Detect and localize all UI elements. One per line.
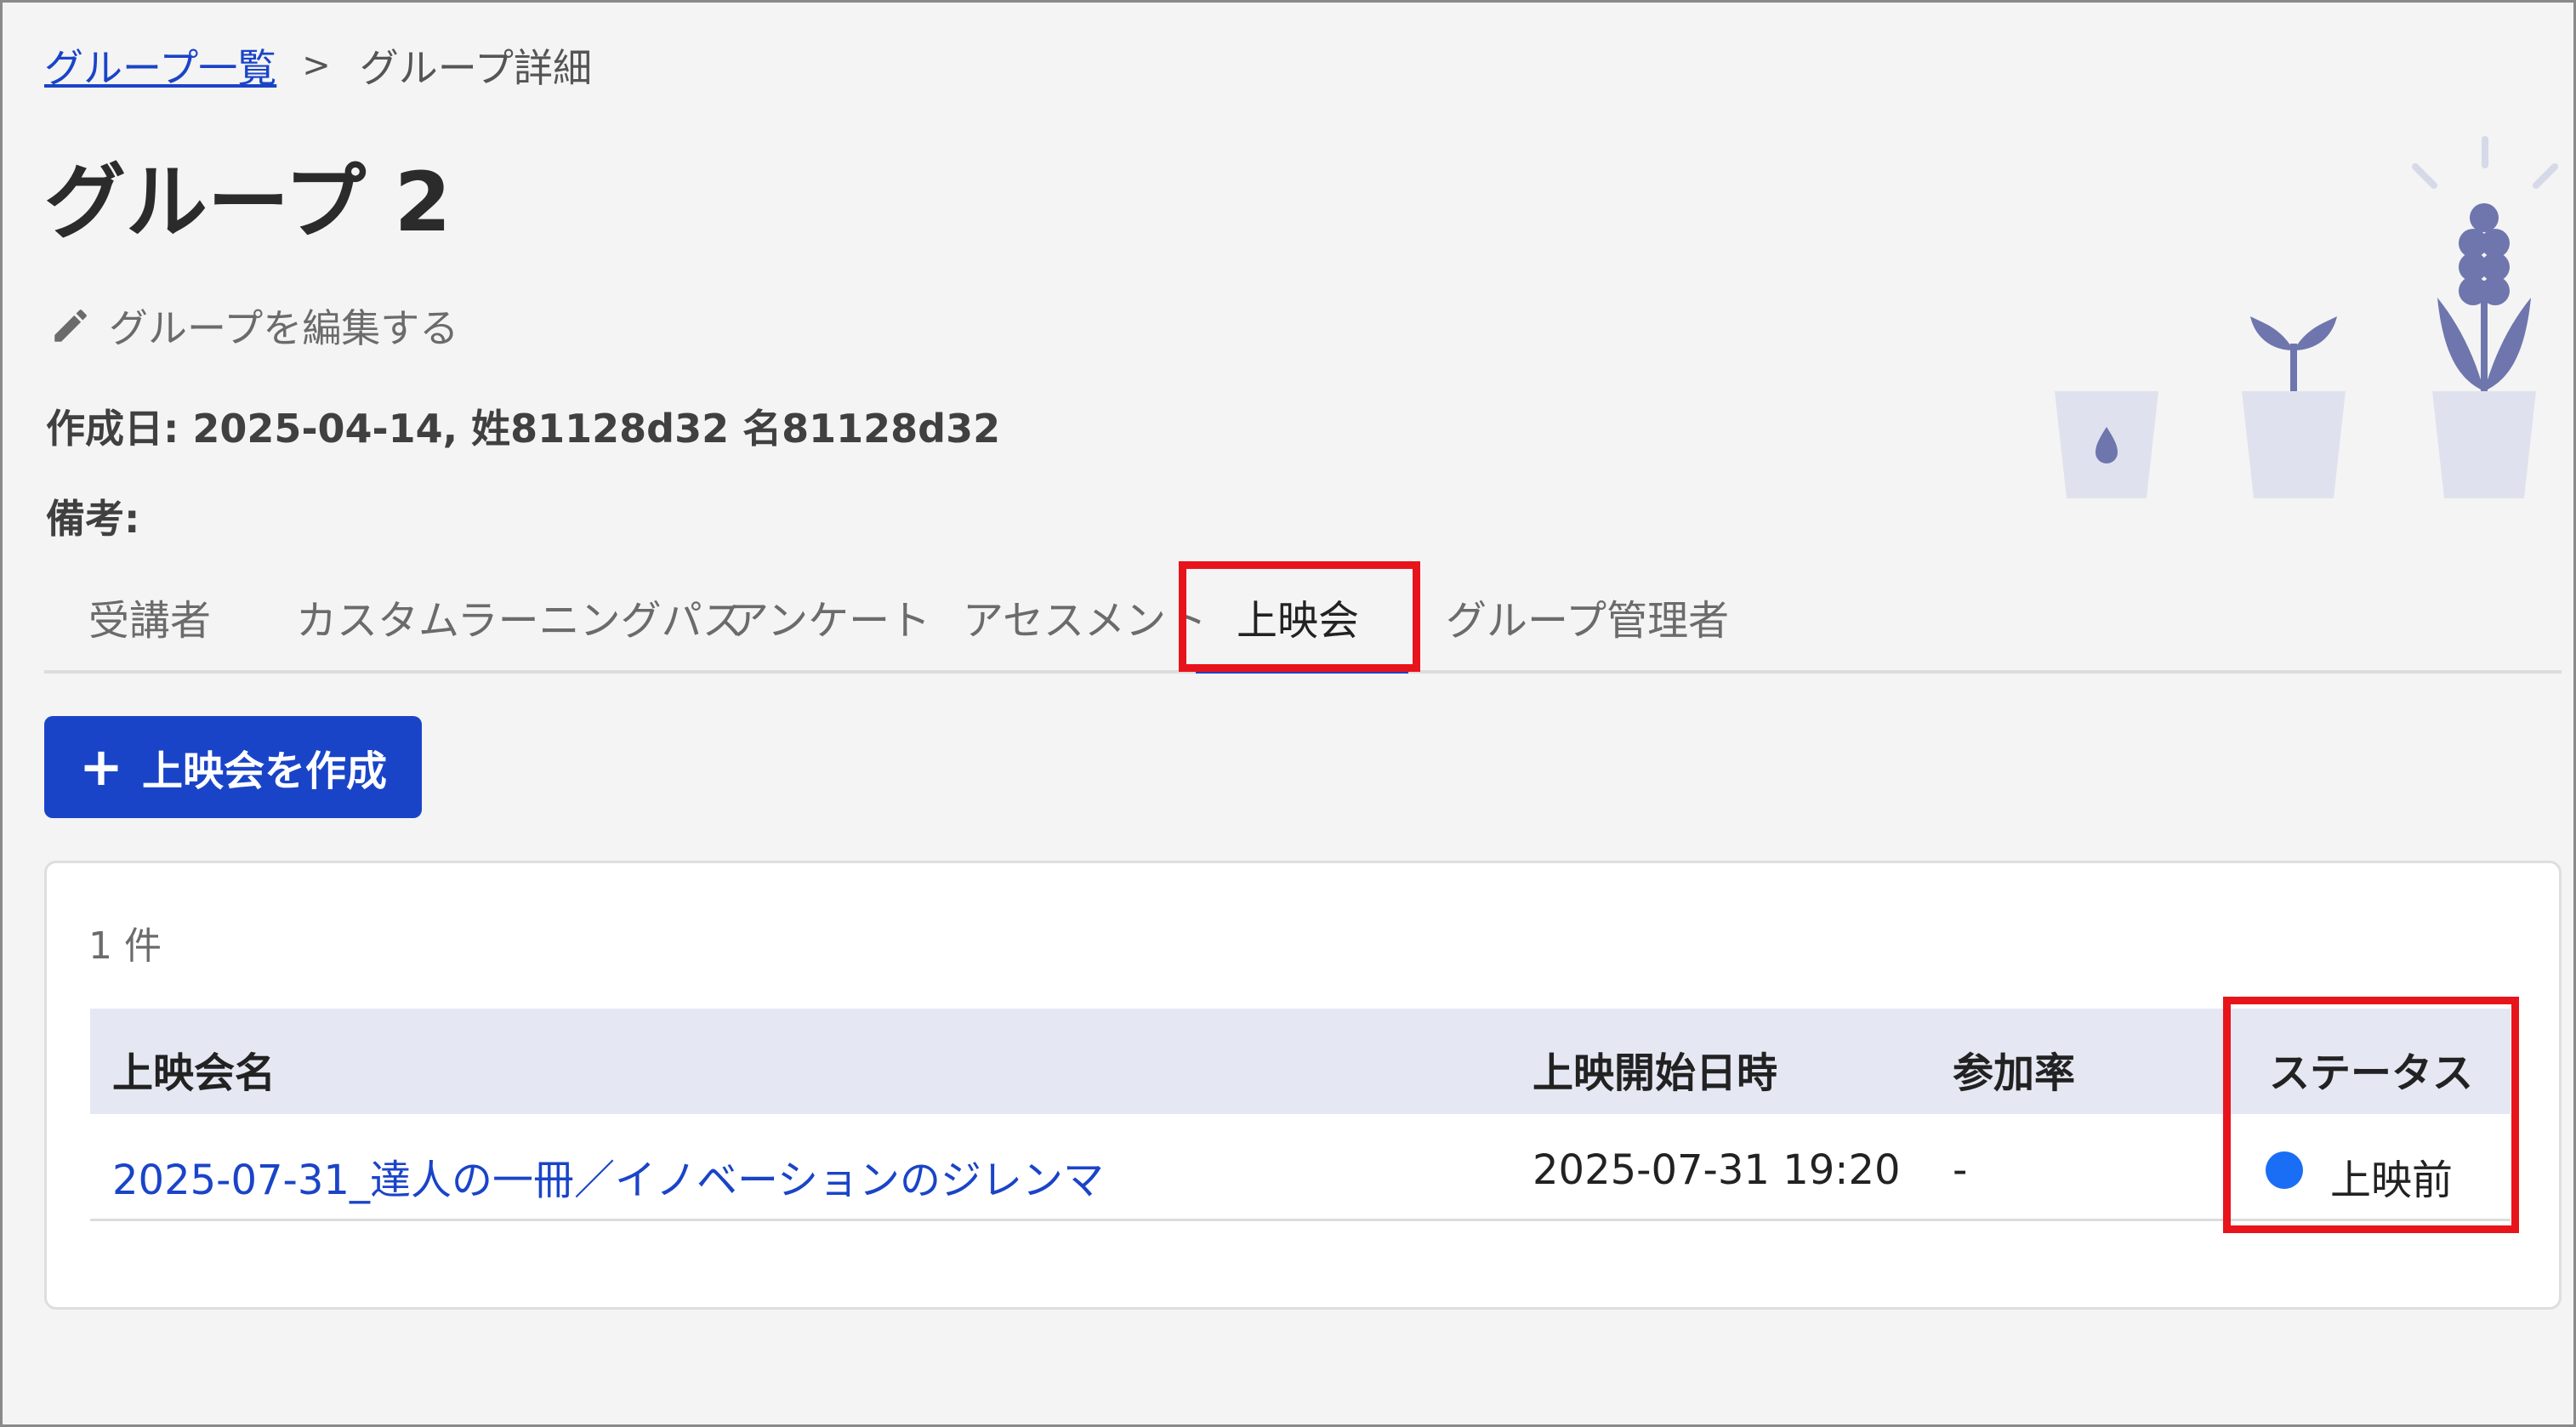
- breadcrumb: グループ一覧 > グループ詳細: [44, 37, 592, 94]
- column-header-name: 上映会名: [112, 1049, 276, 1097]
- tab-learners[interactable]: 受講者: [88, 587, 211, 646]
- tab-bar: 受講者 カスタムラーニングパス アンケート アセスメント 上映会 グループ管理者: [44, 561, 2562, 674]
- remarks-label: 備考:: [46, 496, 140, 542]
- result-count: 1 件: [88, 924, 162, 968]
- column-header-status: ステータス: [2269, 1049, 2474, 1097]
- active-tab-indicator: [1196, 667, 1408, 674]
- breadcrumb-group-list-link[interactable]: グループ一覧: [44, 37, 276, 94]
- tab-survey[interactable]: アンケート: [728, 587, 930, 646]
- plus-icon: +: [79, 736, 123, 798]
- tab-screening[interactable]: 上映会: [1237, 587, 1359, 646]
- tab-group-admin[interactable]: グループ管理者: [1446, 587, 1729, 646]
- pot-right: [2432, 203, 2536, 498]
- tab-assessment[interactable]: アセスメント: [963, 587, 1207, 646]
- status-label: 上映前: [2330, 1157, 2454, 1204]
- status-dot: [2266, 1151, 2303, 1189]
- created-meta: 作成日: 2025-04-14, 姓81128d32 名81128d32: [46, 406, 1001, 452]
- screening-name-link[interactable]: 2025-07-31_達人の一冊／イノベーションのジレンマ: [112, 1146, 1104, 1206]
- column-header-start: 上映開始日時: [1533, 1049, 1778, 1097]
- screening-start-datetime: 2025-07-31 19:20: [1533, 1146, 1901, 1194]
- page-title: グループ 2: [44, 155, 452, 250]
- tab-custom-learning-path[interactable]: カスタムラーニングパス: [296, 587, 743, 646]
- edit-group-link[interactable]: グループを編集する: [49, 298, 458, 354]
- create-screening-label: 上映会を作成: [141, 748, 387, 795]
- table-header: [90, 1009, 2511, 1114]
- pencil-icon: [54, 310, 87, 342]
- breadcrumb-current: グループ詳細: [359, 45, 593, 91]
- pot-left: [2055, 391, 2158, 498]
- breadcrumb-separator: >: [302, 46, 331, 85]
- edit-group-label: グループを編集する: [109, 305, 459, 351]
- column-header-rate: 参加率: [1953, 1049, 2076, 1097]
- pot-middle: [2242, 316, 2346, 498]
- potted-plants-illustration: [2055, 136, 2558, 498]
- create-screening-button[interactable]: + 上映会を作成: [44, 716, 422, 818]
- participation-rate: -: [1953, 1146, 1968, 1194]
- sparkle-lines: [2412, 136, 2558, 189]
